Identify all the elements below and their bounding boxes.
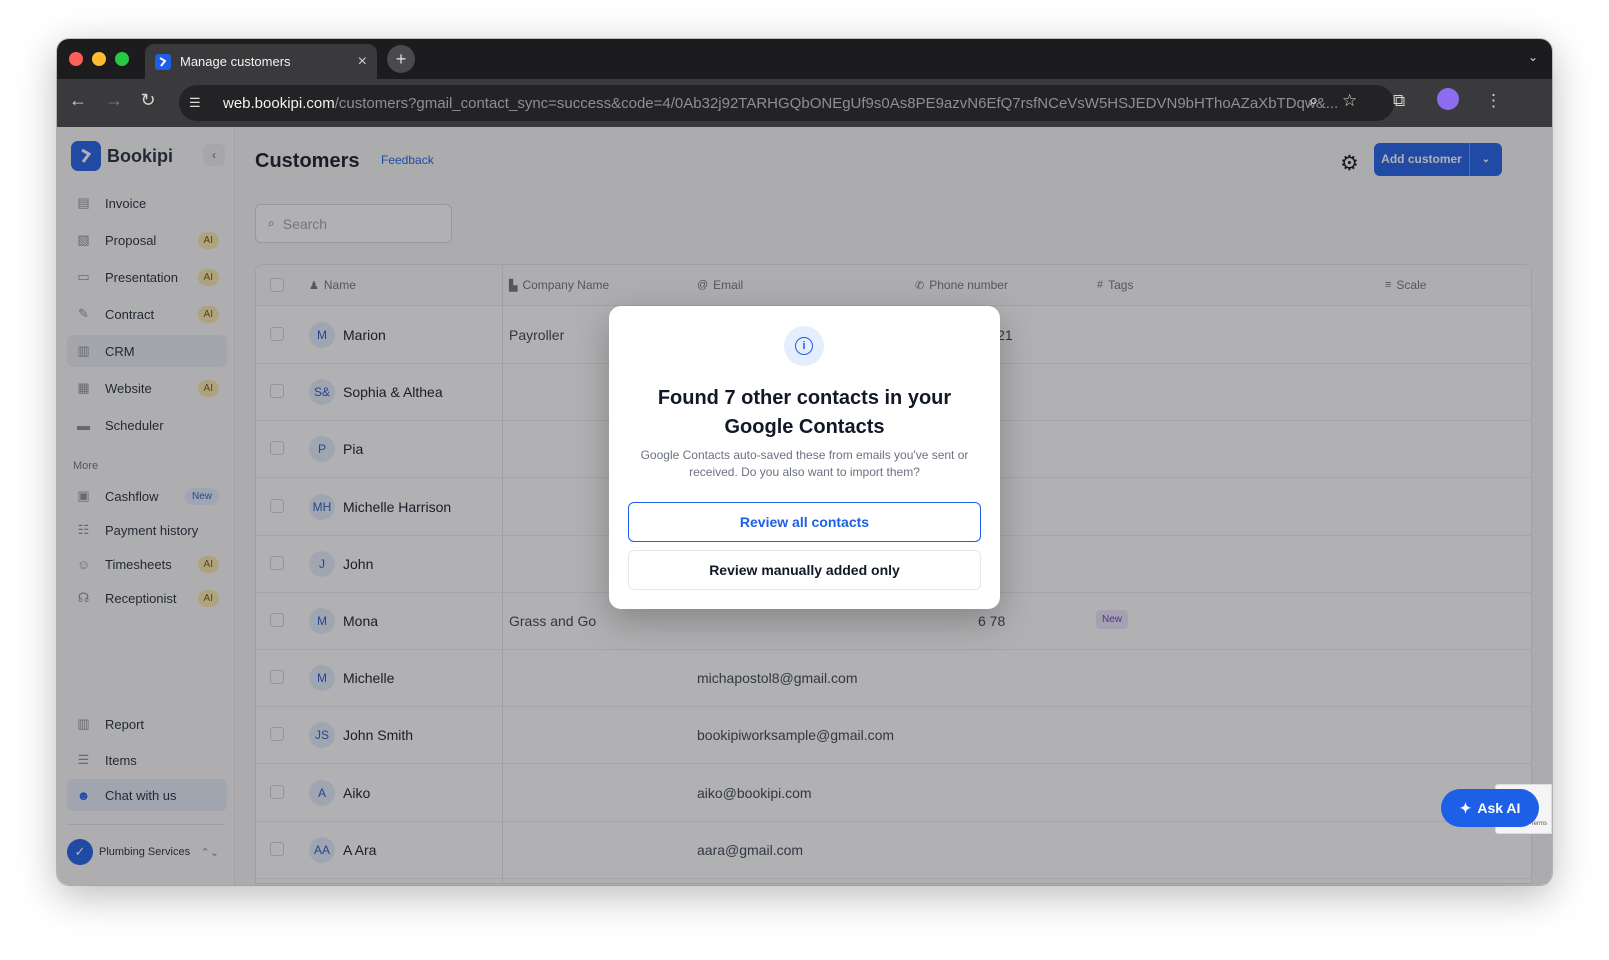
forward-icon[interactable]: → <box>101 90 127 111</box>
browser-menu-icon[interactable]: ⋮ <box>1485 91 1502 111</box>
tab-title: Manage customers <box>180 54 291 69</box>
ask-ai-button[interactable]: ✦ Ask AI <box>1441 789 1539 827</box>
new-tab-icon[interactable]: + <box>387 45 415 73</box>
minimize-window-button[interactable] <box>92 52 106 66</box>
address-bar[interactable]: ☰ web.bookipi.com/customers?gmail_contac… <box>179 85 1394 121</box>
browser-toolbar: ← → ↻ ☰ web.bookipi.com/customers?gmail_… <box>57 79 1552 127</box>
extensions-icon[interactable]: ⧉ <box>1393 91 1405 111</box>
zoom-icon[interactable]: ⌕ <box>1309 91 1319 111</box>
modal-body: Google Contacts auto-saved these from em… <box>640 448 969 479</box>
back-icon[interactable]: ← <box>65 90 91 111</box>
url-path: /customers?gmail_contact_sync=success&co… <box>334 94 1339 112</box>
maximize-window-button[interactable] <box>115 52 129 66</box>
close-tab-icon[interactable]: × <box>358 53 367 71</box>
profile-avatar[interactable] <box>1437 88 1459 110</box>
review-all-contacts-button[interactable]: Review all contacts <box>628 502 981 542</box>
modal-title: Found 7 other contacts in your Google Co… <box>657 387 952 438</box>
browser-window: Manage customers × + ⌄ ← → ↻ ☰ web.booki… <box>57 39 1552 885</box>
google-contacts-modal: i Found 7 other contacts in your Google … <box>609 306 1000 609</box>
site-settings-icon[interactable]: ☰ <box>189 93 209 113</box>
browser-tab-bar: Manage customers × + ⌄ <box>57 39 1552 79</box>
sparkle-icon: ✦ <box>1459 799 1472 816</box>
url-host: web.bookipi.com <box>223 94 335 112</box>
bookipi-favicon-icon <box>155 53 171 70</box>
bookmark-star-icon[interactable]: ☆ <box>1342 91 1357 111</box>
reload-icon[interactable]: ↻ <box>135 90 161 111</box>
tab-search-icon[interactable]: ⌄ <box>1528 50 1538 64</box>
close-window-button[interactable] <box>69 52 83 66</box>
browser-tab[interactable]: Manage customers × <box>145 44 377 79</box>
review-manual-only-button[interactable]: Review manually added only <box>628 550 981 590</box>
ask-ai-label: Ask AI <box>1477 800 1521 816</box>
info-icon: i <box>784 326 824 366</box>
